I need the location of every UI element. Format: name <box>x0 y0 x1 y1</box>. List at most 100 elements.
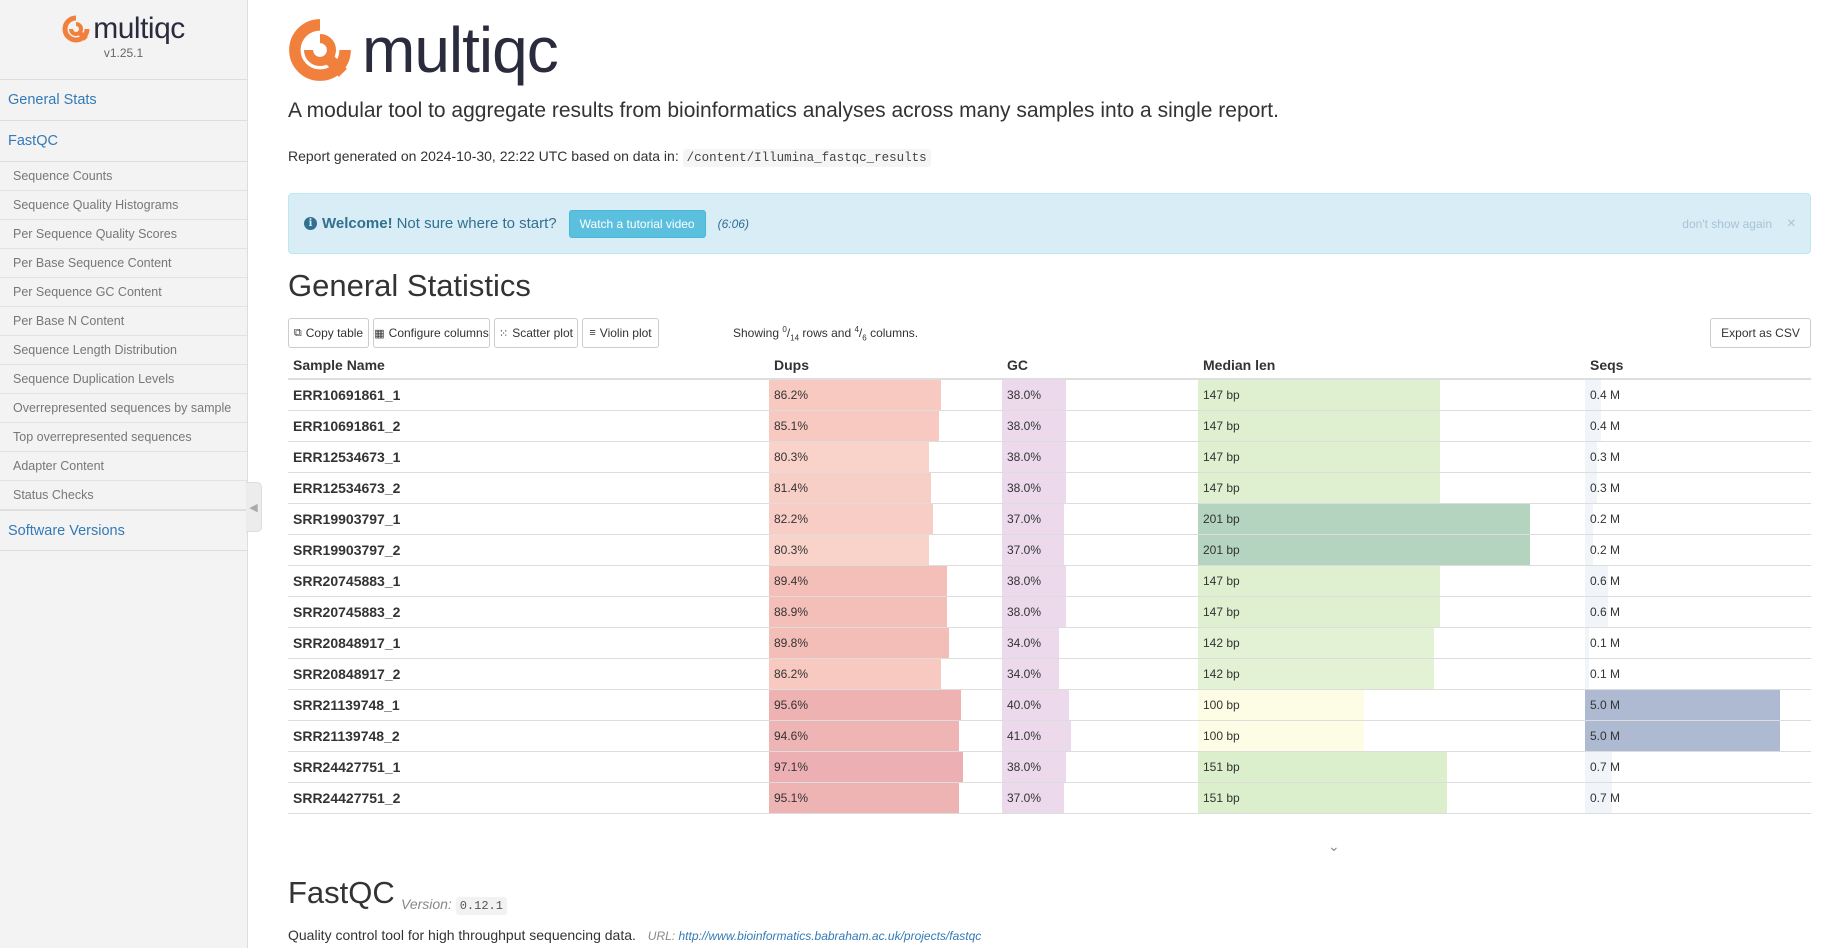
seqs-cell: 0.4 M <box>1585 380 1811 410</box>
gc-cell: 37.0% <box>1002 504 1198 534</box>
rows-shown: 0 <box>782 325 787 334</box>
nav-general-stats[interactable]: General Stats <box>0 80 247 121</box>
copy-table-label: Copy table <box>305 326 364 340</box>
col-seqs[interactable]: Seqs <box>1585 353 1811 378</box>
violin-plot-button[interactable]: ≡ Violin plot <box>582 318 659 348</box>
scatter-plot-label: Scatter plot <box>512 326 573 340</box>
export-csv-button[interactable]: Export as CSV <box>1710 318 1811 348</box>
nav-per-sequence-quality-scores[interactable]: Per Sequence Quality Scores <box>0 220 247 249</box>
grid-icon: ▦ <box>374 327 385 340</box>
multiqc-logo-icon <box>289 19 351 81</box>
len-cell: 142 bp <box>1198 628 1585 658</box>
seqs-cell: 0.1 M <box>1585 628 1811 658</box>
sidebar-logo[interactable]: multiqc v1.25.1 <box>0 0 247 80</box>
len-cell: 147 bp <box>1198 442 1585 472</box>
gc-cell: 38.0% <box>1002 566 1198 596</box>
nav-sequence-quality-histograms[interactable]: Sequence Quality Histograms <box>0 191 247 220</box>
len-value: 151 bp <box>1203 760 1240 774</box>
nav-sequence-duplication-levels[interactable]: Sequence Duplication Levels <box>0 365 247 394</box>
logo-text: multiqc <box>93 12 185 45</box>
dont-show-again-link[interactable]: don't show again <box>1682 217 1772 231</box>
len-value: 142 bp <box>1203 636 1240 650</box>
gc-cell: 38.0% <box>1002 752 1198 782</box>
col-gc[interactable]: GC <box>1002 353 1198 378</box>
welcome-bold: Welcome! <box>322 215 393 232</box>
nav-per-base-n-content[interactable]: Per Base N Content <box>0 307 247 336</box>
welcome-text: Not sure where to start? <box>396 215 557 232</box>
nav-per-sequence-gc-content[interactable]: Per Sequence GC Content <box>0 278 247 307</box>
expand-table-chevron-icon[interactable]: ⌄ <box>1328 838 1340 855</box>
dups-cell: 80.3% <box>769 442 1002 472</box>
gc-cell: 38.0% <box>1002 597 1198 627</box>
len-bar <box>1198 504 1530 534</box>
dups-cell: 95.6% <box>769 690 1002 720</box>
dups-value: 86.2% <box>774 667 809 681</box>
len-value: 201 bp <box>1203 512 1240 526</box>
col-sample-name[interactable]: Sample Name <box>288 353 769 378</box>
nav-per-base-sequence-content[interactable]: Per Base Sequence Content <box>0 249 247 278</box>
sample-name-cell: SRR19903797_1 <box>293 511 401 527</box>
seqs-value: 5.0 M <box>1590 698 1621 712</box>
dups-value: 94.6% <box>774 729 809 743</box>
seqs-bar <box>1585 659 1589 689</box>
gc-value: 38.0% <box>1007 605 1042 619</box>
table-row: SRR24427751_1 97.1% 38.0% 151 bp 0.7 M <box>288 752 1811 783</box>
version-label: v1.25.1 <box>103 46 144 60</box>
dups-value: 81.4% <box>774 481 809 495</box>
dups-cell: 85.1% <box>769 411 1002 441</box>
table-row: ERR12534673_2 81.4% 38.0% 147 bp 0.3 M <box>288 473 1811 504</box>
len-value: 147 bp <box>1203 450 1240 464</box>
col-median-len[interactable]: Median len <box>1198 353 1585 378</box>
seqs-value: 0.4 M <box>1590 388 1621 402</box>
sidebar-collapse-toggle[interactable]: ◀ <box>246 482 262 532</box>
table-row: SRR24427751_2 95.1% 37.0% 151 bp 0.7 M <box>288 783 1811 814</box>
seqs-value: 0.3 M <box>1590 481 1621 495</box>
nav-software-versions[interactable]: Software Versions <box>0 510 247 551</box>
len-cell: 201 bp <box>1198 535 1585 565</box>
gc-cell: 34.0% <box>1002 628 1198 658</box>
seqs-cell: 0.3 M <box>1585 473 1811 503</box>
table-row: SRR20745883_2 88.9% 38.0% 147 bp 0.6 M <box>288 597 1811 628</box>
nav-fastqc[interactable]: FastQC <box>0 121 247 162</box>
len-cell: 142 bp <box>1198 659 1585 689</box>
hero-logo: multiqc <box>288 18 559 82</box>
len-cell: 147 bp <box>1198 411 1585 441</box>
gc-value: 34.0% <box>1007 667 1042 681</box>
gc-value: 40.0% <box>1007 698 1042 712</box>
len-cell: 147 bp <box>1198 597 1585 627</box>
gc-value: 38.0% <box>1007 760 1042 774</box>
table-row: SRR20745883_1 89.4% 38.0% 147 bp 0.6 M <box>288 566 1811 597</box>
gc-cell: 38.0% <box>1002 442 1198 472</box>
general-stats-table: Sample Name Dups GC Median len Seqs ERR1… <box>288 353 1811 814</box>
nav-adapter-content[interactable]: Adapter Content <box>0 452 247 481</box>
len-value: 100 bp <box>1203 698 1240 712</box>
dups-cell: 88.9% <box>769 597 1002 627</box>
gc-cell: 41.0% <box>1002 721 1198 751</box>
seqs-cell: 5.0 M <box>1585 721 1811 751</box>
seqs-value: 0.7 M <box>1590 760 1621 774</box>
multiqc-logo-icon <box>62 15 90 43</box>
copy-table-button[interactable]: ⧉ Copy table <box>288 318 369 348</box>
nav-top-overrepresented[interactable]: Top overrepresented sequences <box>0 423 247 452</box>
scatter-plot-button[interactable]: ⁙ Scatter plot <box>494 318 578 348</box>
len-cell: 151 bp <box>1198 783 1585 813</box>
nav-status-checks[interactable]: Status Checks <box>0 481 247 510</box>
sample-name-cell: SRR20745883_2 <box>293 604 401 620</box>
nav-sequence-counts[interactable]: Sequence Counts <box>0 162 247 191</box>
url-label: URL: <box>647 929 676 943</box>
sample-name-cell: ERR12534673_2 <box>293 480 401 496</box>
gc-value: 38.0% <box>1007 574 1042 588</box>
dups-value: 80.3% <box>774 543 809 557</box>
col-dups[interactable]: Dups <box>769 353 1002 378</box>
welcome-banner: i Welcome! Not sure where to start? Watc… <box>288 193 1811 254</box>
version-value: 0.12.1 <box>455 897 507 915</box>
url-link[interactable]: http://www.bioinformatics.babraham.ac.uk… <box>678 929 981 943</box>
tutorial-video-button[interactable]: Watch a tutorial video <box>568 209 706 238</box>
configure-columns-button[interactable]: ▦ Configure columns <box>373 318 490 348</box>
gc-cell: 37.0% <box>1002 535 1198 565</box>
nav-sequence-length-distribution[interactable]: Sequence Length Distribution <box>0 336 247 365</box>
len-value: 147 bp <box>1203 388 1240 402</box>
nav-overrepresented-by-sample[interactable]: Overrepresented sequences by sample <box>0 394 247 423</box>
seqs-cell: 0.1 M <box>1585 659 1811 689</box>
close-icon[interactable]: × <box>1787 215 1796 233</box>
